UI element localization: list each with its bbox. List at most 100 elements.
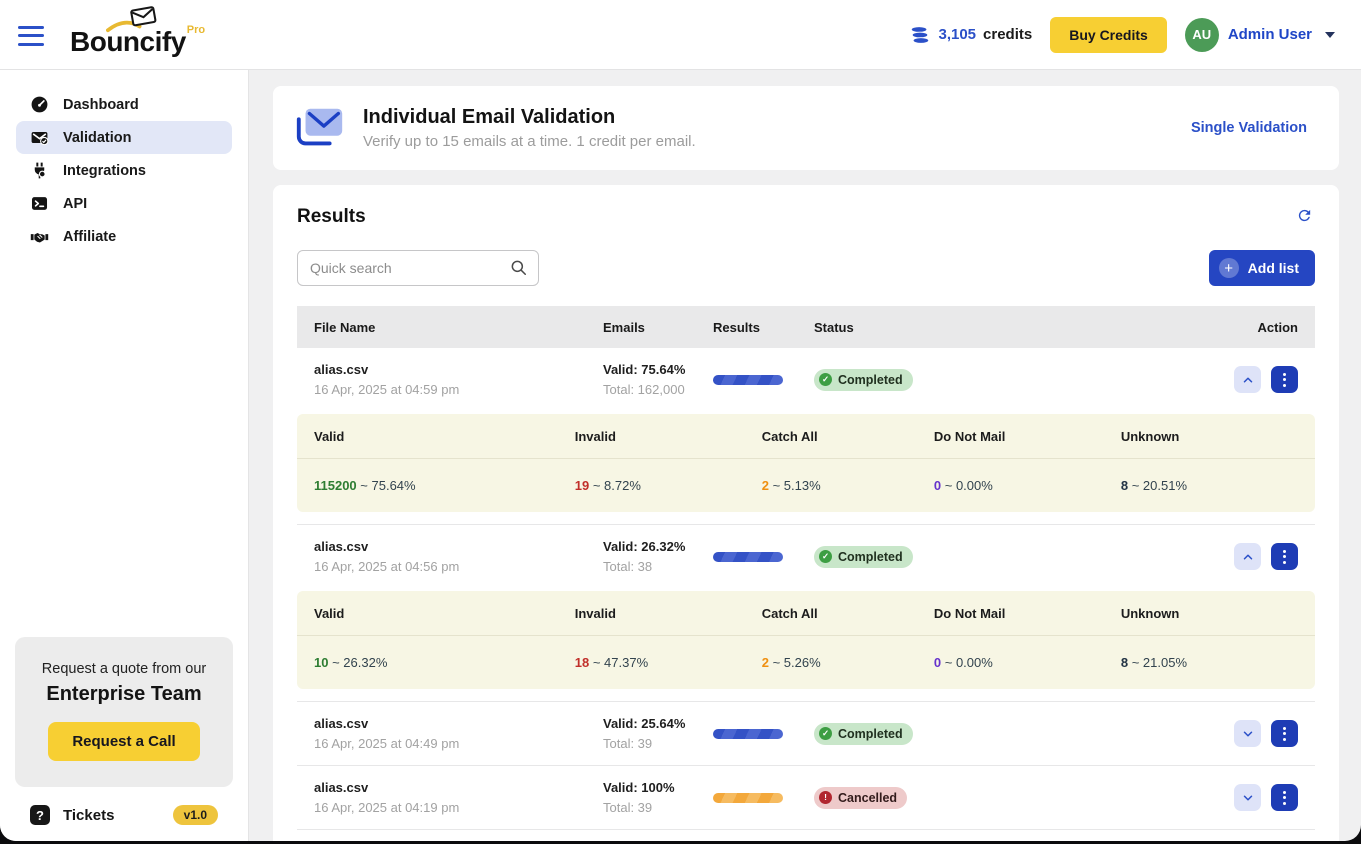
file-date: 16 Apr, 2025 at 04:56 pm (314, 559, 603, 574)
total-emails: Total: 39 (603, 800, 713, 815)
top-bar: Bouncify Pro 3,105 credits Buy Credits A… (0, 0, 1361, 70)
status-badge: ✓Completed (814, 546, 913, 568)
dashboard-icon (30, 95, 49, 114)
sidebar: Dashboard Validation Integrations (0, 70, 249, 841)
page-title: Individual Email Validation (363, 106, 696, 129)
row-menu-icon[interactable] (1271, 784, 1298, 811)
tickets-link[interactable]: ? Tickets v1.0 (30, 805, 218, 825)
collapse-row-button[interactable] (1234, 543, 1261, 570)
search-icon (509, 258, 529, 278)
table-row: alias.csv 16 Apr, 2025 at 04:56 pm Valid… (297, 525, 1315, 588)
credits-label: credits (983, 26, 1032, 43)
col-file-name: File Name (314, 320, 603, 335)
enterprise-line2: Enterprise Team (27, 683, 221, 706)
status-badge: ✓Completed (814, 369, 913, 391)
sidebar-item-label: API (63, 196, 87, 212)
status-badge: ✓Completed (814, 723, 913, 745)
collapse-row-button[interactable] (1234, 366, 1261, 393)
sidebar-item-validation[interactable]: Validation (16, 121, 232, 154)
request-call-button[interactable]: Request a Call (48, 722, 199, 761)
credits-amount: 3,105 (938, 26, 976, 43)
sidebar-item-label: Validation (63, 130, 132, 146)
sidebar-item-affiliate[interactable]: Affiliate (16, 220, 232, 253)
handshake-icon (30, 227, 49, 246)
help-icon: ? (30, 805, 50, 825)
results-table: File Name Emails Results Status Action a… (297, 306, 1315, 841)
total-emails: Total: 39 (603, 736, 713, 751)
file-name: alias.csv (314, 539, 603, 554)
valid-percent: Valid: 26.32% (603, 539, 713, 554)
row-menu-icon[interactable] (1271, 720, 1298, 747)
user-name: Admin User (1228, 26, 1312, 43)
detail-invalid-value: 18 ~ 47.37% (575, 655, 762, 670)
valid-percent: Valid: 100% (603, 780, 713, 795)
detail-col-invalid: Invalid (575, 606, 762, 621)
detail-valid-value: 115200 ~ 75.64% (314, 478, 575, 493)
table-row: alias.csv 16 Apr, 2025 at 04:19 pm Valid… (297, 766, 1315, 829)
validation-envelope-check-icon (30, 128, 49, 147)
row-menu-icon[interactable] (1271, 366, 1298, 393)
expand-row-button[interactable] (1234, 784, 1261, 811)
tickets-label: Tickets (63, 807, 114, 824)
logo-pro-badge: Pro (187, 24, 205, 36)
terminal-icon (30, 194, 49, 213)
progress-bar (713, 729, 783, 739)
status-badge: !Cancelled (814, 787, 907, 809)
add-list-button[interactable]: + Add list (1209, 250, 1315, 286)
col-emails: Emails (603, 320, 713, 335)
credits-display: 3,105 credits (909, 24, 1032, 46)
progress-bar (713, 552, 783, 562)
detail-col-invalid: Invalid (575, 429, 762, 444)
topbar-right: 3,105 credits Buy Credits AU Admin User (909, 17, 1335, 53)
detail-invalid-value: 19 ~ 8.72% (575, 478, 762, 493)
row-detail-panel: Valid Invalid Catch All Do Not Mail Unkn… (297, 414, 1315, 512)
table-row: alias.csv 16 Apr, 2025 at 04:59 pm Valid… (297, 348, 1315, 411)
valid-percent: Valid: 75.64% (603, 362, 713, 377)
detail-catch-all-value: 2 ~ 5.13% (762, 478, 934, 493)
user-menu[interactable]: AU Admin User (1185, 18, 1335, 52)
refresh-icon[interactable] (1294, 205, 1315, 229)
page-subtitle: Verify up to 15 emails at a time. 1 cred… (363, 133, 696, 150)
buy-credits-button[interactable]: Buy Credits (1050, 17, 1167, 53)
detail-catch-all-value: 2 ~ 5.26% (762, 655, 934, 670)
cancel-icon: ! (819, 791, 832, 804)
app-window: Bouncify Pro 3,105 credits Buy Credits A… (0, 0, 1361, 841)
detail-col-catch-all: Catch All (762, 429, 934, 444)
search-input[interactable] (297, 250, 539, 286)
detail-do-not-mail-value: 0 ~ 0.00% (934, 478, 1121, 493)
plug-icon (30, 161, 49, 180)
file-date: 16 Apr, 2025 at 04:59 pm (314, 382, 603, 397)
sidebar-item-api[interactable]: API (16, 187, 232, 220)
col-results: Results (713, 320, 814, 335)
total-emails: Total: 162,000 (603, 382, 713, 397)
logo-envelope-icon (106, 5, 162, 35)
validation-hero-card: Individual Email Validation Verify up to… (273, 86, 1339, 170)
detail-col-catch-all: Catch All (762, 606, 934, 621)
row-menu-icon[interactable] (1271, 543, 1298, 570)
detail-do-not-mail-value: 0 ~ 0.00% (934, 655, 1121, 670)
sidebar-item-integrations[interactable]: Integrations (16, 154, 232, 187)
table-header-row: File Name Emails Results Status Action (297, 306, 1315, 348)
progress-bar (713, 793, 783, 803)
logo[interactable]: Bouncify Pro (70, 14, 205, 56)
sidebar-item-label: Integrations (63, 163, 146, 179)
file-date: 16 Apr, 2025 at 04:49 pm (314, 736, 603, 751)
sidebar-item-label: Dashboard (63, 97, 139, 113)
table-row: alias.csv 16 Apr, 2025 at 04:49 pm Valid… (297, 702, 1315, 765)
file-name: alias.csv (314, 716, 603, 731)
detail-col-unknown: Unknown (1121, 429, 1298, 444)
detail-col-do-not-mail: Do Not Mail (934, 606, 1121, 621)
sidebar-item-label: Affiliate (63, 229, 116, 245)
detail-valid-value: 10 ~ 26.32% (314, 655, 575, 670)
detail-unknown-value: 8 ~ 21.05% (1121, 655, 1298, 670)
single-validation-link[interactable]: Single Validation (1191, 120, 1307, 136)
total-emails: Total: 38 (603, 559, 713, 574)
coins-icon (909, 24, 931, 46)
expand-row-button[interactable] (1234, 720, 1261, 747)
progress-bar (713, 375, 783, 385)
table-row: 4e544241d43bae0c273b4ae414e3ebdc_all.csv… (297, 830, 1315, 841)
menu-icon[interactable] (18, 26, 44, 46)
sidebar-item-dashboard[interactable]: Dashboard (16, 88, 232, 121)
chevron-down-icon (1325, 32, 1335, 38)
row-detail-panel: Valid Invalid Catch All Do Not Mail Unkn… (297, 591, 1315, 689)
